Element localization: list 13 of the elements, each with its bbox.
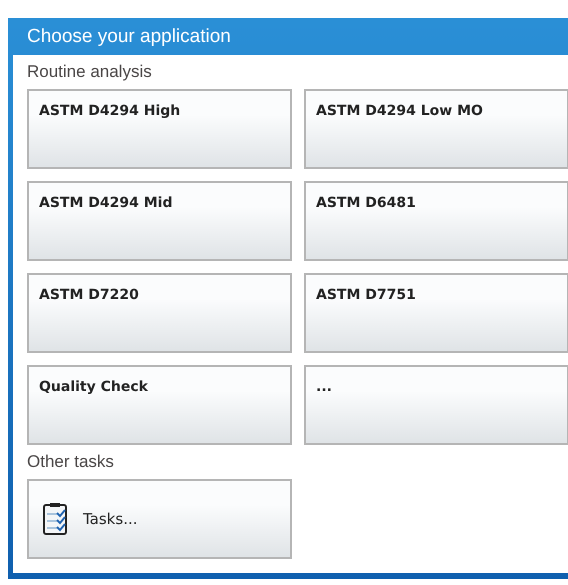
application-tile[interactable]: ASTM D4294 High	[27, 89, 292, 169]
application-tile[interactable]: Tasks...	[27, 479, 292, 559]
application-tile[interactable]: ASTM D7220	[27, 273, 292, 353]
application-tile[interactable]: ASTM D4294 Mid	[27, 181, 292, 261]
application-tile[interactable]: ASTM D4294 Low MO	[304, 89, 568, 169]
section-label: Other tasks	[27, 451, 114, 473]
application-tile[interactable]: ASTM D7751	[304, 273, 568, 353]
application-tile[interactable]: Quality Check	[27, 365, 292, 445]
application-tile[interactable]: ...	[304, 365, 568, 445]
section-label: Routine analysis	[27, 61, 152, 83]
window-title: Choose your application	[26, 25, 232, 49]
application-tile[interactable]: ASTM D6481	[304, 181, 568, 261]
checklist-icon	[43, 502, 69, 536]
